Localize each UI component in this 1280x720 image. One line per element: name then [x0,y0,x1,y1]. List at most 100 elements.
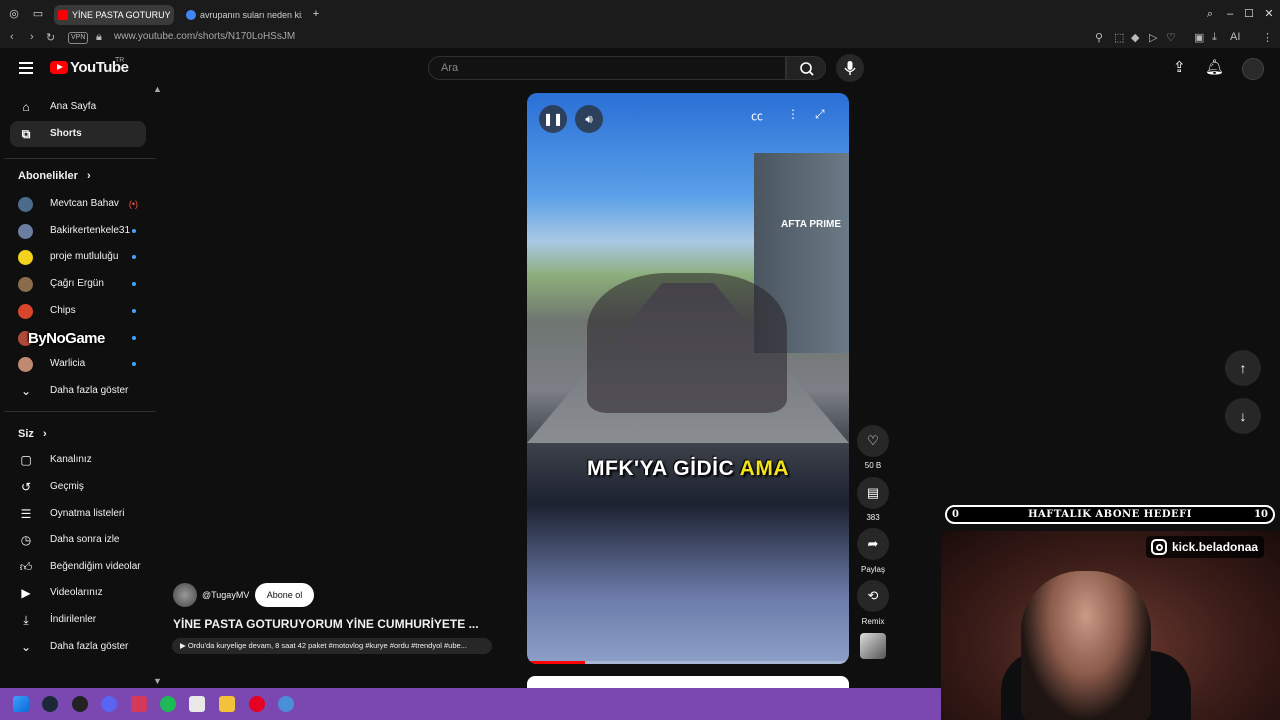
channel-name[interactable]: @TugayMV [202,590,249,600]
sidebar-sub-mevtcan[interactable]: Mevtcan Bahav (•) [10,191,146,217]
maximize-icon[interactable]: ☐ [1243,8,1255,20]
search-tabs-icon[interactable]: ⌕ [1204,8,1216,20]
sidebar-show-more-you[interactable]: ⌄ Daha fazla göster [10,634,146,660]
sidebar-sub-chips[interactable]: Chips [10,298,146,324]
sidebar-item-label: Ana Sayfa [50,101,97,112]
voice-search-button[interactable] [836,54,864,82]
network-app-icon[interactable] [278,696,294,712]
new-content-dot [132,282,136,286]
sidebar-item-label: Bakirkertenkele31 [50,225,131,236]
sidebar-item-home[interactable]: ⌂ Ana Sayfa [10,94,146,120]
browser-menu-icon[interactable]: ◎ [8,8,20,20]
app-window-icon[interactable] [189,696,205,712]
subscriptions-heading[interactable]: Abonelikler › [18,170,91,182]
obs-icon[interactable] [72,696,88,712]
back-icon[interactable]: ‹ [10,31,14,43]
heading-text: Abonelikler [18,170,78,182]
notifications-bell-icon[interactable]: 🔔︎ [1205,58,1224,76]
volume-button[interactable]: 🔊︎ [575,105,603,133]
youtube-logo-icon[interactable] [50,61,68,74]
close-icon[interactable]: ✕ [1263,8,1275,20]
pinterest-icon[interactable] [249,696,265,712]
remix-button[interactable]: ⟲ [857,580,889,612]
pause-button[interactable]: ❚❚ [539,105,567,133]
spotify-icon[interactable] [160,696,176,712]
previous-short-button[interactable]: ↑ [1225,350,1261,386]
share-button[interactable]: ➦ [857,528,889,560]
divider [4,158,156,159]
file-explorer-icon[interactable] [219,696,235,712]
heart-icon[interactable]: ♡ [1166,31,1176,44]
download-icon: ⤓ [23,613,29,627]
sidebar-scroll-up-icon[interactable]: ▲ [153,84,162,94]
reload-icon[interactable]: ↻ [46,31,55,44]
sidebar-item-label: Daha fazla göster [50,641,129,652]
video-progress-fill [527,661,585,664]
download-icon[interactable]: ⤓ [1212,31,1217,44]
short-video-player[interactable]: AFTA PRIME ❚❚ 🔊︎ ㏄ ⋮ ⤢ MFK'YA GİDİC AMA [527,93,849,664]
tab-label: avrupanın suları neden kiz [200,10,302,20]
search-button[interactable] [786,56,826,80]
pin-icon[interactable]: ⚲ [1095,31,1103,44]
tab-google-search[interactable]: avrupanın suları neden kiz [182,5,302,25]
sidebar-sub-proje[interactable]: proje mutluluğu [10,244,146,270]
plus-icon[interactable]: + [310,8,322,20]
search-input[interactable]: Ara [428,56,786,80]
url-field[interactable]: www.youtube.com/shorts/N170LoHSsJM [114,31,295,42]
upload-icon[interactable]: ⇪ [1173,58,1186,76]
adblock-shield-icon[interactable]: ◆ [1131,31,1139,44]
like-button[interactable]: ♡ [857,425,889,457]
subscribe-button[interactable]: Abone ol [255,583,314,607]
social-handle-tag: kick.beladonaa [1146,536,1265,558]
live-icon: (•) [128,199,138,209]
workspaces-icon[interactable]: ▭ [32,8,44,20]
windshield-scene [587,273,787,413]
aria-ai-icon[interactable]: AI [1230,31,1240,43]
channel-avatar[interactable] [173,583,197,607]
avatar[interactable] [1242,58,1264,80]
channel-avatar [18,304,33,319]
snapshot-icon[interactable]: ⬚ [1114,31,1124,44]
you-heading[interactable]: Siz › [18,428,47,440]
sidebar-sub-warlicia[interactable]: Warlicia [10,351,146,377]
hamburger-menu-icon[interactable] [19,62,33,74]
channel-avatar [18,197,33,212]
steam-icon[interactable] [42,696,58,712]
vpn-badge[interactable]: VPN [68,32,89,44]
sidebar-item-shorts[interactable]: ⧉ Shorts [10,121,146,147]
browser-tab-bar: ◎ ▭ YİNE PASTA GOTURUY avrupanın suları … [0,0,1280,28]
goal-title: HAFTALIK ABONE HEDEFI [1028,509,1192,520]
sidebar-scroll-down-icon[interactable]: ▼ [153,676,162,686]
sidebar-item-your-videos[interactable]: ▶ Videolarınız [10,580,146,606]
sidebar-item-playlists[interactable]: ☰ Oynatma listeleri [10,501,146,527]
fullscreen-icon[interactable]: ⤢ [815,107,825,122]
sidebar-show-more-subs[interactable]: ⌄ Daha fazla göster [10,378,146,404]
short-title[interactable]: YİNE PASTA GOTURUYORUM YİNE CUMHURİYETE … [173,617,479,631]
sidebar-item-label: proje mutluluğu [50,251,119,262]
windows-start-icon[interactable] [13,696,29,712]
sidebar-item-watch-later[interactable]: ◷ Daha sonra izle [10,527,146,553]
discord-icon[interactable] [101,696,117,712]
goal-max: 10 [1254,509,1268,520]
sound-thumbnail[interactable] [860,633,886,659]
sidebar-sub-bakirkertenkele[interactable]: Bakirkertenkele31 [10,218,146,244]
sidebar-item-channel[interactable]: ▢ Kanalınız [10,447,146,473]
sidebar-item-history[interactable]: ↺ Geçmiş [10,474,146,500]
sidebar-item-downloads[interactable]: ⤓ İndirilenler [10,607,146,633]
opera-gx-icon[interactable] [131,696,147,712]
short-description[interactable]: ▶ Ordu'da kuryelige devam, 8 saat 42 pak… [172,638,492,654]
forward-icon[interactable]: › [30,31,34,43]
new-content-dot [132,362,136,366]
tab-youtube-short[interactable]: YİNE PASTA GOTURUY [54,5,174,25]
video-progress-bar[interactable] [527,661,849,664]
more-options-icon[interactable]: ⋮ [787,107,799,121]
next-short-button[interactable]: ↓ [1225,398,1261,434]
menu-dots-icon[interactable]: ⋮ [1262,31,1273,44]
comment-button[interactable]: ▤ [857,477,889,509]
player-icon[interactable]: ▷ [1149,31,1157,44]
minimize-icon[interactable]: – [1224,8,1236,20]
sidebar-sub-cagri[interactable]: Çağrı Ergün [10,271,146,297]
sidebar-item-liked[interactable]: 👍︎ Beğendiğim videolar [10,554,146,580]
captions-icon[interactable]: ㏄ [751,107,763,124]
profile-thumb-icon[interactable]: ▣ [1194,31,1204,44]
